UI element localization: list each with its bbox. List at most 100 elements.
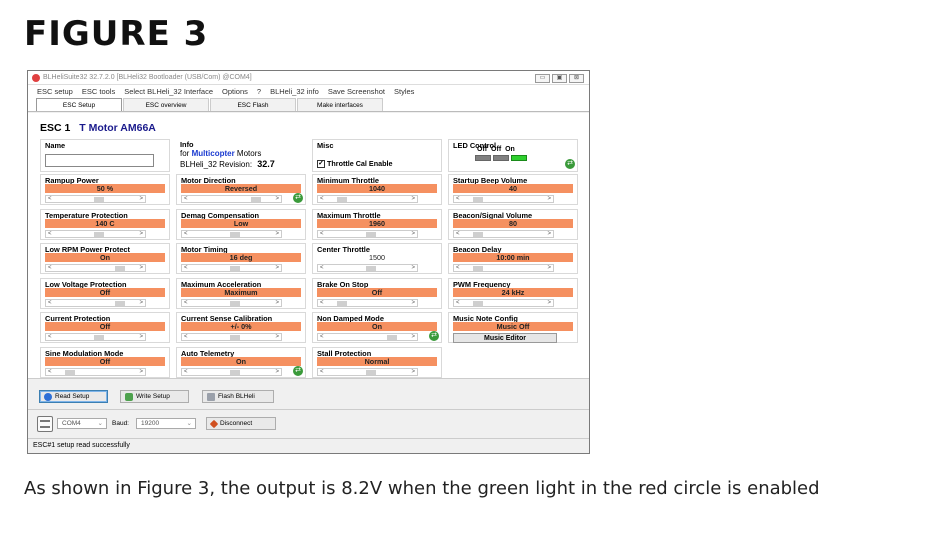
- slider-thumb[interactable]: [365, 266, 376, 271]
- plug-icon[interactable]: ⇄: [429, 331, 439, 341]
- slider-thumb[interactable]: [115, 300, 126, 306]
- led-green-toggle[interactable]: [493, 155, 509, 161]
- plug-icon[interactable]: ⇄: [293, 193, 303, 203]
- slider-left-arrow-icon[interactable]: <: [320, 300, 324, 306]
- slider-thumb[interactable]: [115, 266, 126, 271]
- slider-right-arrow-icon[interactable]: >: [139, 300, 143, 306]
- menu-select-interface[interactable]: Select BLHeli_32 Interface: [124, 87, 213, 96]
- slider-left-arrow-icon[interactable]: <: [184, 300, 188, 306]
- slider-right-arrow-icon[interactable]: >: [275, 196, 279, 202]
- slider-right-arrow-icon[interactable]: >: [275, 300, 279, 306]
- slider-thumb[interactable]: [93, 335, 104, 340]
- center-throttle-slider[interactable]: < >: [317, 264, 418, 272]
- low-rpm-power-protect-slider[interactable]: < >: [45, 264, 146, 272]
- brake-on-stop-slider[interactable]: < >: [317, 298, 418, 307]
- slider-right-arrow-icon[interactable]: >: [139, 369, 143, 375]
- slider-right-arrow-icon[interactable]: >: [275, 334, 279, 340]
- minimum-throttle-slider[interactable]: < >: [317, 195, 418, 203]
- slider-right-arrow-icon[interactable]: >: [139, 334, 143, 340]
- stall-protection-slider[interactable]: < >: [317, 367, 418, 376]
- slider-right-arrow-icon[interactable]: >: [139, 231, 143, 237]
- sine-modulation-mode-slider[interactable]: < >: [45, 367, 146, 376]
- slider-left-arrow-icon[interactable]: <: [184, 196, 188, 202]
- slider-thumb[interactable]: [251, 197, 262, 202]
- throttle-cal-checkbox[interactable]: ✓: [317, 159, 325, 168]
- beacon-signal-volume-slider[interactable]: < >: [453, 229, 554, 238]
- slider-left-arrow-icon[interactable]: <: [184, 231, 188, 237]
- menu-esc-tools[interactable]: ESC tools: [82, 87, 115, 96]
- slider-thumb[interactable]: [365, 231, 376, 237]
- maximum-throttle-slider[interactable]: < >: [317, 229, 418, 238]
- slider-left-arrow-icon[interactable]: <: [320, 369, 324, 375]
- slider-thumb[interactable]: [472, 266, 483, 271]
- maximum-acceleration-slider[interactable]: < >: [181, 298, 282, 307]
- tab-esc-flash[interactable]: ESC Flash: [210, 98, 296, 111]
- tab-make-interfaces[interactable]: Make interfaces: [297, 98, 383, 111]
- startup-beep-volume-slider[interactable]: < >: [453, 195, 554, 203]
- slider-thumb[interactable]: [336, 197, 347, 202]
- maximize-button[interactable]: ▣: [552, 74, 567, 83]
- slider-left-arrow-icon[interactable]: <: [48, 196, 52, 202]
- slider-thumb[interactable]: [93, 231, 104, 237]
- slider-thumb[interactable]: [229, 266, 240, 271]
- flash-blheli-button[interactable]: Flash BLHeli: [202, 390, 274, 403]
- disconnect-button[interactable]: Disconnect: [206, 417, 276, 430]
- slider-right-arrow-icon[interactable]: >: [139, 196, 143, 202]
- slider-thumb[interactable]: [365, 369, 376, 375]
- slider-right-arrow-icon[interactable]: >: [547, 265, 551, 271]
- menu-help[interactable]: ?: [257, 87, 261, 96]
- current-sense-calibration-slider[interactable]: < >: [181, 333, 282, 341]
- slider-right-arrow-icon[interactable]: >: [275, 265, 279, 271]
- temperature-protection-slider[interactable]: < >: [45, 229, 146, 238]
- slider-left-arrow-icon[interactable]: <: [320, 196, 324, 202]
- slider-right-arrow-icon[interactable]: >: [139, 265, 143, 271]
- beacon-delay-slider[interactable]: < >: [453, 264, 554, 272]
- slider-right-arrow-icon[interactable]: >: [411, 231, 415, 237]
- slider-left-arrow-icon[interactable]: <: [48, 265, 52, 271]
- slider-right-arrow-icon[interactable]: >: [547, 231, 551, 237]
- slider-right-arrow-icon[interactable]: >: [411, 300, 415, 306]
- music-editor-button[interactable]: Music Editor: [453, 333, 557, 343]
- slider-left-arrow-icon[interactable]: <: [320, 334, 324, 340]
- menu-blheli-info[interactable]: BLHeli_32 info: [270, 87, 319, 96]
- motor-timing-slider[interactable]: < >: [181, 264, 282, 272]
- slider-thumb[interactable]: [387, 335, 398, 340]
- slider-right-arrow-icon[interactable]: >: [547, 300, 551, 306]
- non-damped-mode-slider[interactable]: < >: [317, 333, 418, 341]
- rampup-power-slider[interactable]: < >: [45, 195, 146, 203]
- led-red-toggle[interactable]: [475, 155, 491, 161]
- pwm-frequency-slider[interactable]: < >: [453, 298, 554, 307]
- plug-icon[interactable]: ⇄: [565, 159, 575, 169]
- slider-thumb[interactable]: [229, 335, 240, 340]
- slider-right-arrow-icon[interactable]: >: [411, 334, 415, 340]
- close-button[interactable]: ⊠: [569, 74, 584, 83]
- slider-left-arrow-icon[interactable]: <: [320, 231, 324, 237]
- baud-select[interactable]: 19200 ⌄: [136, 418, 196, 429]
- slider-left-arrow-icon[interactable]: <: [48, 300, 52, 306]
- slider-thumb[interactable]: [64, 369, 75, 375]
- slider-left-arrow-icon[interactable]: <: [48, 334, 52, 340]
- slider-thumb[interactable]: [472, 231, 483, 237]
- slider-left-arrow-icon[interactable]: <: [184, 265, 188, 271]
- slider-right-arrow-icon[interactable]: >: [411, 369, 415, 375]
- slider-left-arrow-icon[interactable]: <: [456, 196, 460, 202]
- plug-icon[interactable]: ⇄: [293, 365, 303, 376]
- slider-right-arrow-icon[interactable]: >: [411, 196, 415, 202]
- slider-left-arrow-icon[interactable]: <: [184, 334, 188, 340]
- slider-left-arrow-icon[interactable]: <: [456, 231, 460, 237]
- tab-esc-setup[interactable]: ESC Setup: [36, 98, 122, 111]
- slider-right-arrow-icon[interactable]: >: [275, 231, 279, 237]
- write-setup-button[interactable]: Write Setup: [120, 390, 189, 403]
- com-port-select[interactable]: COM4 ⌄: [57, 418, 107, 429]
- slider-thumb[interactable]: [229, 369, 240, 375]
- low-voltage-protection-slider[interactable]: < >: [45, 298, 146, 307]
- slider-thumb[interactable]: [229, 300, 240, 306]
- led-blue-toggle[interactable]: [511, 155, 527, 161]
- slider-thumb[interactable]: [93, 197, 104, 202]
- menu-save-screenshot[interactable]: Save Screenshot: [328, 87, 385, 96]
- slider-thumb[interactable]: [472, 300, 483, 306]
- slider-right-arrow-icon[interactable]: >: [275, 369, 279, 375]
- demag-compensation-slider[interactable]: < >: [181, 229, 282, 238]
- menu-options[interactable]: Options: [222, 87, 248, 96]
- slider-thumb[interactable]: [229, 231, 240, 237]
